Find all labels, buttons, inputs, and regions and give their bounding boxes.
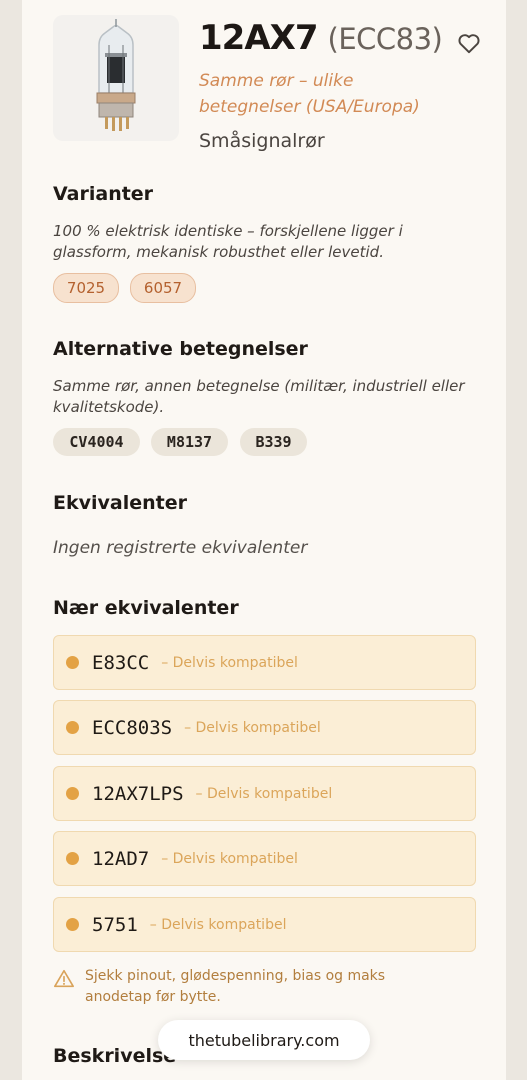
section-heading-variants: Varianter [53, 183, 154, 205]
section-heading-near-equivalents: Nær ekvivalenter [53, 597, 239, 619]
status-dot-icon [66, 918, 79, 931]
alternative-chip[interactable]: B339 [240, 428, 307, 456]
tube-title: 12AX7 (ECC83) [199, 18, 443, 58]
near-equivalent-tag: – Delvis kompatibel [149, 916, 287, 933]
alternative-chip[interactable]: M8137 [151, 428, 228, 456]
near-equivalent-item[interactable]: ECC803S – Delvis kompatibel [53, 700, 476, 755]
near-equivalent-name: 12AD7 [92, 847, 150, 870]
status-dot-icon [66, 852, 79, 865]
section-heading-equivalents: Ekvivalenter [53, 492, 187, 514]
variant-chip[interactable]: 7025 [53, 273, 119, 303]
favorite-button[interactable] [456, 30, 482, 56]
near-equivalent-name: 12AX7LPS [92, 782, 184, 805]
near-equivalent-item[interactable]: 12AX7LPS – Delvis kompatibel [53, 766, 476, 821]
status-dot-icon [66, 721, 79, 734]
status-dot-icon [66, 787, 79, 800]
compatibility-warning: Sjekk pinout, glødespenning, bias og mak… [53, 966, 453, 1008]
section-heading-description: Beskrivelse [53, 1045, 177, 1067]
near-equivalent-name: ECC803S [92, 716, 173, 739]
tube-image [53, 15, 179, 141]
variant-chip[interactable]: 6057 [130, 273, 196, 303]
tube-type: Småsignalrør [199, 130, 325, 152]
heart-outline-icon [458, 34, 480, 54]
tube-name: 12AX7 [199, 18, 318, 58]
near-equivalent-tag: – Delvis kompatibel [184, 719, 321, 736]
site-url-badge[interactable]: thetubelibrary.com [158, 1020, 370, 1060]
near-equivalent-tag: – Delvis kompatibel [161, 850, 298, 867]
equivalents-empty-text: Ingen registrerte ekvivalenter [53, 538, 308, 558]
tube-subtitle: Samme rør – ulike betegnelser (USA/Europ… [199, 71, 420, 117]
near-equivalent-tag: – Delvis kompatibel [195, 785, 333, 802]
near-equivalent-tag: – Delvis kompatibel [161, 654, 298, 671]
section-heading-alternatives: Alternative betegnelser [53, 338, 308, 360]
status-dot-icon [66, 656, 79, 669]
warning-text: Sjekk pinout, glødespenning, bias og mak… [85, 968, 386, 1005]
near-equivalent-item[interactable]: 12AD7 – Delvis kompatibel [53, 831, 476, 886]
alternative-chip[interactable]: CV4004 [53, 428, 140, 456]
near-equivalent-item[interactable]: E83CC – Delvis kompatibel [53, 635, 476, 690]
near-equivalent-name: E83CC [92, 651, 150, 674]
tube-detail-card: 12AX7 (ECC83) Samme rør – ulike betegnel… [22, 0, 506, 1080]
alternatives-description: Samme rør, annen betegnelse (militær, in… [53, 377, 465, 416]
warning-triangle-icon [54, 969, 74, 988]
near-equivalent-item[interactable]: 5751 – Delvis kompatibel [53, 897, 476, 952]
tube-alt-name: (ECC83) [327, 22, 443, 56]
variants-description: 100 % elektrisk identiske – forskjellene… [53, 222, 403, 261]
near-equivalent-name: 5751 [92, 913, 138, 936]
